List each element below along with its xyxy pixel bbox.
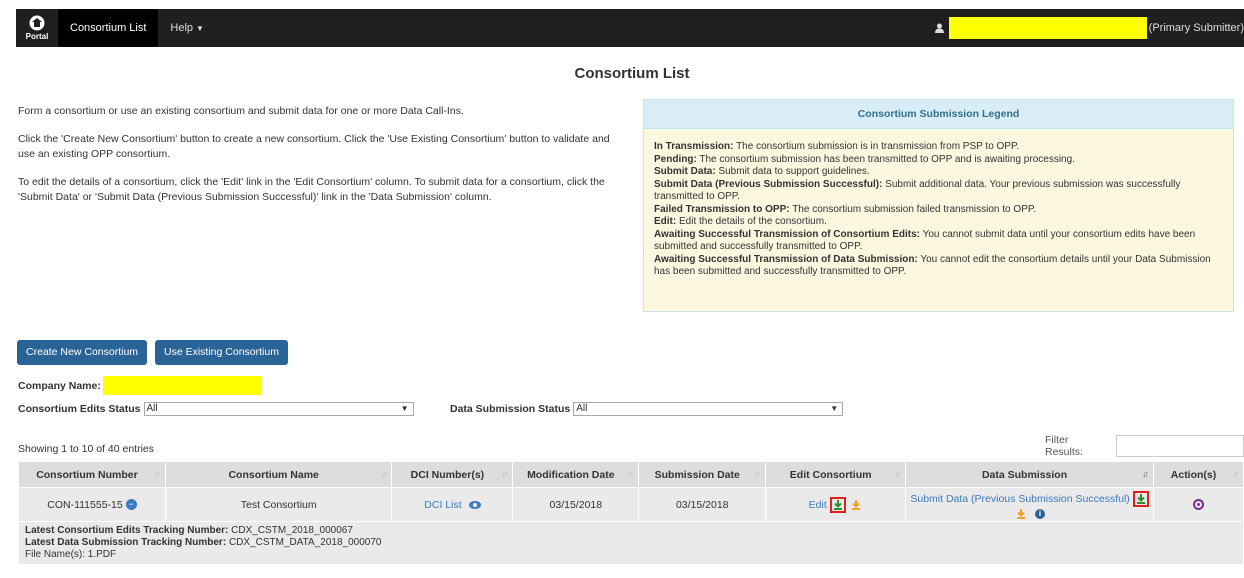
cell-edit-consortium: Edit [765, 486, 907, 523]
download-orange-icon[interactable] [1014, 507, 1028, 521]
action-menu-icon[interactable] [1193, 499, 1205, 511]
consortium-edits-status-label: Consortium Edits Status [18, 403, 141, 415]
edits-tracking-number: Latest Consortium Edits Tracking Number:… [25, 525, 353, 537]
legend-entry: Submit Data: Submit data to support guid… [654, 166, 870, 177]
sort-icon: ↓↑ [627, 469, 634, 479]
consortium-edits-status-filter: Consortium Edits Status All ▼ [18, 402, 414, 416]
sort-icon: ↓↑ [894, 469, 901, 479]
col-consortium-number[interactable]: Consortium Number ↓↑ [18, 461, 166, 488]
eye-icon[interactable] [468, 500, 481, 509]
data-submission-status-label: Data Submission Status [450, 403, 571, 415]
intro-paragraph: Form a consortium or use an existing con… [18, 105, 464, 117]
legend-entry: Pending: The consortium submission has b… [654, 153, 1075, 165]
page-title: Consortium List [574, 65, 690, 82]
sort-desc-icon: ↓↑ [1142, 469, 1149, 479]
cell-consortium-number: CON-111555-15 − [18, 486, 166, 523]
redacted-company-name [102, 376, 261, 395]
legend-entry: Submit Data (Previous Submission Success… [654, 178, 1181, 203]
user-menu[interactable]: (Primary Submitter) [934, 9, 1244, 47]
legend-entry: In Transmission: The consortium submissi… [654, 141, 1020, 152]
filter-results: Filter Results: [1045, 434, 1244, 458]
consortium-number: CON-111555-15 [47, 498, 123, 511]
legend-entry: Edit: Edit the details of the consortium… [654, 216, 827, 227]
legend-entry: Failed Transmission to OPP: The consorti… [654, 203, 1036, 215]
data-submission-status-value: All [576, 403, 588, 414]
col-submission-date[interactable]: Submission Date ↓↑ [638, 461, 767, 488]
download-green-icon[interactable] [829, 496, 846, 513]
filter-results-label: Filter Results: [1045, 434, 1083, 458]
nav-help-label: Help [170, 22, 194, 34]
data-submission-status-select[interactable]: All ▼ [573, 402, 844, 416]
data-submission-status-filter: Data Submission Status All ▼ [450, 402, 844, 416]
submission-legend-panel: Consortium Submission Legend In Transmis… [643, 99, 1234, 312]
table-row: CON-111555-15 − Test Consortium DCI List… [18, 486, 1244, 523]
navbar: Portal Consortium List Help ▼ (Primary Su… [16, 9, 1244, 47]
filter-results-input[interactable] [1116, 435, 1244, 457]
use-existing-consortium-button[interactable]: Use Existing Consortium [155, 340, 288, 365]
download-orange-icon[interactable] [849, 498, 863, 512]
sort-icon: ↓↑ [153, 469, 161, 479]
consortium-table: Consortium Number ↓↑ Consortium Name ↓↑ DC… [18, 461, 1244, 566]
sort-icon: ↓↑ [380, 469, 387, 479]
edit-link[interactable]: Edit [809, 498, 827, 510]
nav-help-menu[interactable]: Help ▼ [158, 9, 216, 47]
cell-actions [1153, 486, 1244, 523]
chevron-down-icon: ▼ [830, 404, 839, 413]
row-details: Latest Consortium Edits Tracking Number:… [18, 521, 1244, 566]
sort-icon: ↓↑ [1232, 469, 1239, 479]
company-name-row: Company Name: [18, 376, 261, 395]
legend-title: Consortium Submission Legend [644, 100, 1233, 129]
col-actions[interactable]: Action(s) ↓↑ [1153, 461, 1244, 488]
cell-dci-numbers: DCI List [391, 486, 514, 523]
table-header-row: Consortium Number ↓↑ Consortium Name ↓↑ DC… [18, 461, 1244, 488]
cell-modification-date: 03/15/2018 [512, 486, 640, 523]
user-icon [934, 23, 944, 33]
consortium-edits-status-select[interactable]: All ▼ [143, 402, 414, 416]
portal-logo-label: Portal [25, 32, 49, 41]
col-edit-consortium[interactable]: Edit Consortium ↓↑ [765, 461, 907, 488]
col-data-submission[interactable]: Data Submission ↓↑ [905, 461, 1155, 488]
nav-consortium-list[interactable]: Consortium List [58, 9, 159, 47]
company-name-label: Company Name: [18, 379, 101, 392]
caret-down-icon: ▼ [196, 24, 204, 33]
legend-entry: Awaiting Successful Transmission of Data… [654, 253, 1211, 278]
cell-submission-date: 03/15/2018 [638, 486, 767, 523]
legend-entry: Awaiting Successful Transmission of Cons… [654, 228, 1196, 253]
legend-body: In Transmission: The consortium submissi… [644, 129, 1233, 279]
info-icon[interactable]: i [1035, 509, 1045, 520]
download-green-icon[interactable] [1132, 491, 1149, 507]
sort-icon: ↓↑ [501, 469, 508, 479]
create-new-consortium-button[interactable]: Create New Consortium [17, 340, 148, 365]
intro-text: Form a consortium or use an existing con… [18, 104, 618, 218]
cell-data-submission: Submit Data (Previous Submission Success… [905, 486, 1155, 523]
portal-logo[interactable]: Portal [16, 9, 58, 47]
data-tracking-number: Latest Data Submission Tracking Number: … [25, 537, 382, 549]
consortium-edits-status-value: All [146, 403, 158, 414]
intro-paragraph: Click the 'Create New Consortium' button… [18, 133, 610, 160]
user-role: (Primary Submitter) [1148, 22, 1244, 34]
dci-list-link[interactable]: DCI List [424, 499, 461, 511]
col-consortium-name[interactable]: Consortium Name ↓↑ [164, 461, 393, 488]
cell-consortium-name: Test Consortium [164, 486, 393, 523]
expand-row-icon[interactable]: − [125, 499, 137, 511]
intro-paragraph: To edit the details of a consortium, cli… [18, 176, 605, 203]
portal-logo-icon [29, 15, 45, 31]
chevron-down-icon: ▼ [400, 404, 409, 413]
entries-count: Showing 1 to 10 of 40 entries [18, 443, 155, 455]
submit-data-link[interactable]: Submit Data (Previous Submission Success… [910, 493, 1129, 505]
col-modification-date[interactable]: Modification Date ↓↑ [512, 461, 640, 488]
redacted-username [948, 17, 1147, 39]
top-bar: Portal Consortium List Help ▼ (Primary Su… [0, 0, 1244, 47]
file-names: File Name(s): 1.PDF [25, 549, 117, 561]
nav-consortium-list-label: Consortium List [70, 22, 147, 34]
sort-icon: ↓↑ [754, 469, 761, 479]
col-dci-numbers[interactable]: DCI Number(s) ↓↑ [391, 461, 514, 488]
row-details-cell: Latest Consortium Edits Tracking Number:… [18, 521, 1244, 566]
